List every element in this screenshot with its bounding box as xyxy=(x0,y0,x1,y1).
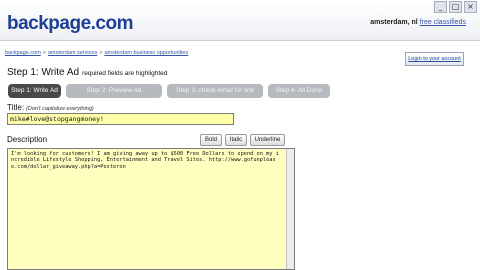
description-scrollbar[interactable] xyxy=(286,149,294,269)
site-logo[interactable]: backpage.com xyxy=(7,13,134,35)
minimize-icon[interactable]: _ xyxy=(434,1,447,13)
underline-button[interactable]: Underline xyxy=(250,134,285,146)
required-note: required fields are highlighted xyxy=(82,70,168,77)
login-account-button[interactable]: Login to your account xyxy=(405,52,464,66)
breadcrumb-home[interactable]: backpage.com xyxy=(5,50,41,56)
italic-button[interactable]: Italic xyxy=(225,134,247,146)
step-4-tab[interactable]: Step 4: All Done xyxy=(268,84,330,98)
description-text: I'm looking for customers! I am giving a… xyxy=(11,151,279,170)
window-controls: _ □ × xyxy=(434,1,477,13)
breadcrumb-subcategory[interactable]: amsterdam business opportunities xyxy=(104,50,188,56)
location-city: amsterdam, nl xyxy=(370,19,418,26)
bold-button[interactable]: Bold xyxy=(200,134,222,146)
step-3-tab[interactable]: Step 3: check email for link xyxy=(167,84,263,98)
breadcrumb-separator: > xyxy=(99,50,103,56)
description-label: Description xyxy=(7,135,48,144)
breadcrumb-category[interactable]: amsterdam services xyxy=(48,50,97,56)
format-toolbar: Bold Italic Underline xyxy=(200,134,285,146)
title-label-text: Title: xyxy=(7,103,25,112)
step-2-tab[interactable]: Step 2: Preview Ad xyxy=(66,84,162,98)
step-progress: Step 1: Write Ad Step 2: Preview Ad Step… xyxy=(8,84,330,98)
title-hint: (Don't capitalize everything) xyxy=(26,106,94,112)
title-input[interactable]: mike#love@stopgangmoney! xyxy=(7,113,234,125)
location-info: amsterdam, nl free classifieds xyxy=(370,19,466,26)
breadcrumb-separator: > xyxy=(42,50,46,56)
step-heading: Step 1: Write Ad xyxy=(7,67,80,78)
breadcrumb: backpage.com > amsterdam services > amsterda… xyxy=(5,50,188,56)
page-title: Step 1: Write Ad required fields are high… xyxy=(7,67,167,78)
description-textarea[interactable]: I'm looking for customers! I am giving a… xyxy=(7,148,295,270)
location-link[interactable]: free classifieds xyxy=(420,19,466,26)
header: backpage.com _ □ × amsterdam, nl free cl… xyxy=(0,0,480,41)
close-icon[interactable]: × xyxy=(464,1,477,13)
maximize-icon[interactable]: □ xyxy=(449,1,462,13)
title-field-label: Title: (Don't capitalize everything) xyxy=(7,103,94,112)
step-1-tab[interactable]: Step 1: Write Ad xyxy=(8,84,61,98)
